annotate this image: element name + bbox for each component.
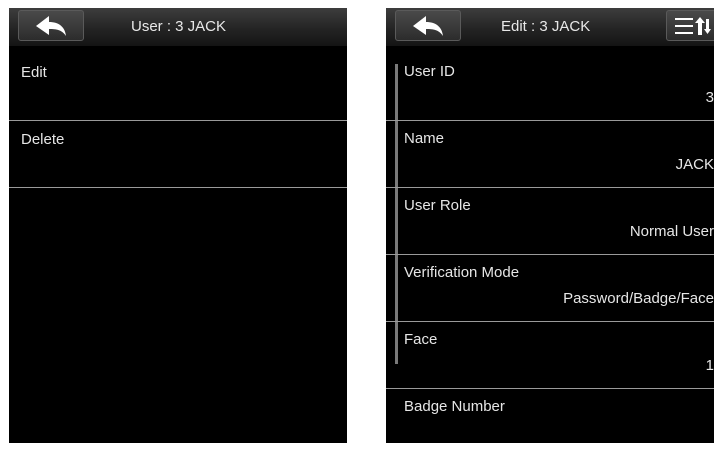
menu-item-delete[interactable]: Delete — [9, 121, 347, 188]
screen-title: User : 3 JACK — [131, 18, 227, 35]
field-label: User ID — [404, 63, 455, 80]
field-value: Password/Badge/Face — [563, 290, 714, 307]
back-button[interactable] — [18, 10, 84, 41]
field-label: Badge Number — [404, 398, 505, 415]
field-value: 1 — [705, 357, 714, 374]
back-arrow-icon — [411, 14, 445, 38]
field-label: Name — [404, 130, 445, 147]
field-face[interactable]: Face 1 — [386, 322, 714, 389]
menu-item-label: Delete — [21, 131, 65, 148]
edit-user-screen: Edit : 3 JACK User ID 3 Name JACK User R… — [386, 8, 714, 443]
field-value: JACK — [675, 156, 714, 173]
field-user-role[interactable]: User Role Normal User — [386, 188, 714, 255]
field-value: Normal User — [629, 223, 714, 240]
field-name[interactable]: Name JACK — [386, 121, 714, 188]
field-user-id[interactable]: User ID 3 — [386, 54, 714, 121]
title-bar: User : 3 JACK — [9, 8, 347, 47]
back-button[interactable] — [395, 10, 461, 41]
field-label: Verification Mode — [404, 264, 520, 281]
sort-button[interactable] — [666, 10, 714, 41]
menu-item-label: Edit — [21, 64, 47, 81]
menu-item-edit[interactable]: Edit — [9, 54, 347, 121]
title-bar: Edit : 3 JACK — [386, 8, 714, 47]
field-badge-number[interactable]: Badge Number — [386, 389, 714, 443]
user-menu-screen: User : 3 JACK Edit Delete — [9, 8, 347, 443]
back-arrow-icon — [34, 14, 68, 38]
field-verification-mode[interactable]: Verification Mode Password/Badge/Face — [386, 255, 714, 322]
field-label: User Role — [404, 197, 471, 214]
field-label: Face — [404, 331, 438, 348]
field-value: 3 — [705, 89, 714, 106]
screen-title: Edit : 3 JACK — [501, 18, 591, 35]
